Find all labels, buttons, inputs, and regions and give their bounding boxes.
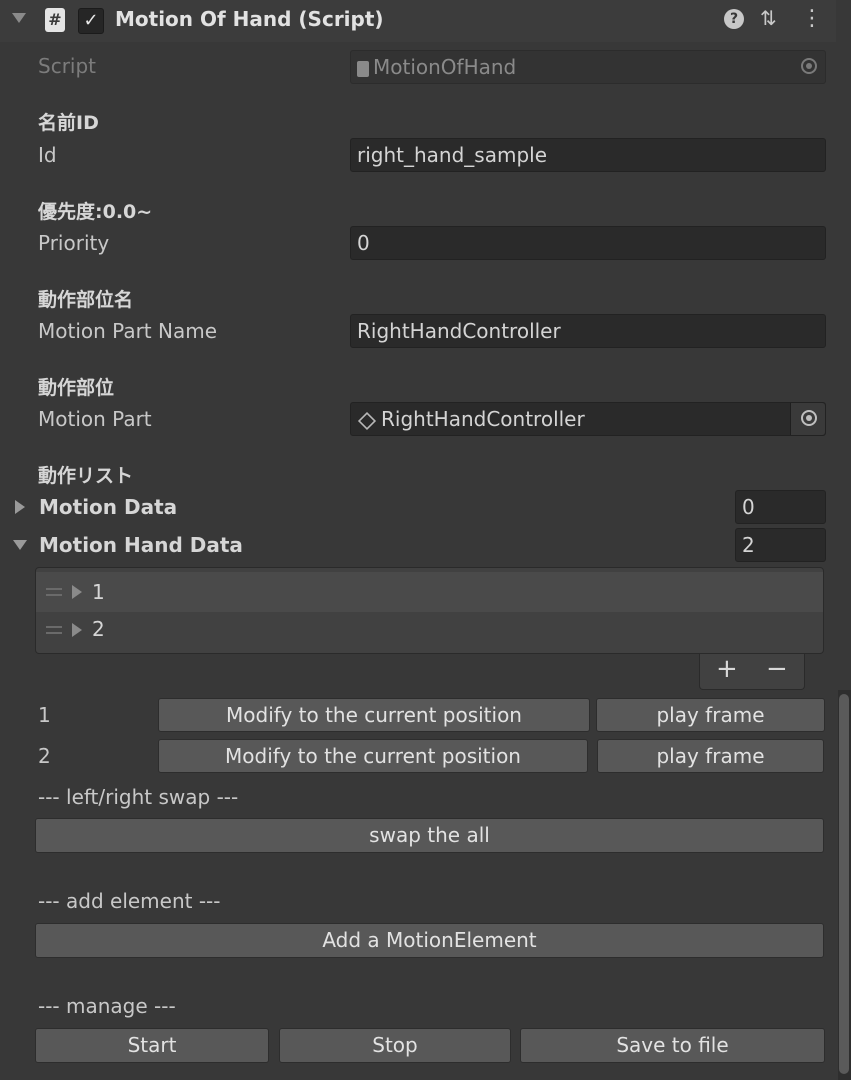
presets-icon[interactable]: ⇅	[760, 6, 777, 30]
motion-data-foldout-icon[interactable]	[15, 500, 25, 514]
id-header: 名前ID	[38, 112, 99, 134]
help-icon[interactable]: ?	[724, 9, 744, 29]
script-file-icon	[357, 60, 369, 77]
frame-index: 2	[38, 744, 51, 768]
drag-handle-icon[interactable]	[46, 626, 62, 634]
motion-part-name-label: Motion Part Name	[38, 319, 218, 343]
motion-data-size-input[interactable]: 0	[735, 490, 826, 524]
motion-hand-data-label[interactable]: Motion Hand Data	[39, 533, 243, 557]
id-label: Id	[38, 143, 57, 167]
list-item-label: 2	[92, 617, 105, 641]
modify-position-button[interactable]: Modify to the current position	[158, 698, 590, 732]
object-picker-icon	[801, 410, 817, 426]
swap-section-label: --- left/right swap ---	[38, 785, 239, 809]
element-foldout-icon[interactable]	[72, 585, 82, 599]
object-picker-button[interactable]	[790, 403, 825, 435]
motion-hand-data-size-input[interactable]: 2	[735, 528, 826, 562]
modify-position-button[interactable]: Modify to the current position	[158, 739, 588, 773]
remove-element-button[interactable]: −	[766, 654, 788, 684]
stop-button[interactable]: Stop	[279, 1028, 511, 1063]
play-frame-button[interactable]: play frame	[596, 698, 825, 732]
more-options-icon[interactable]: ⋮	[801, 6, 823, 31]
motion-part-field[interactable]: RightHandController	[350, 402, 826, 436]
swap-all-button[interactable]: swap the all	[35, 818, 824, 853]
motion-part-name-input[interactable]: RightHandController	[350, 314, 826, 348]
motion-part-label: Motion Part	[38, 407, 152, 431]
script-icon: #	[45, 8, 65, 32]
script-label: Script	[38, 54, 97, 78]
scrollbar-thumb[interactable]	[839, 694, 849, 1074]
manage-section-label: --- manage ---	[38, 994, 176, 1018]
component-title: Motion Of Hand (Script)	[115, 7, 384, 31]
motion-part-value: RightHandController	[381, 407, 585, 431]
drag-handle-icon[interactable]	[46, 588, 62, 596]
collapse-arrow-icon[interactable]	[12, 13, 26, 23]
play-frame-button[interactable]: play frame	[597, 739, 824, 773]
priority-input[interactable]: 0	[350, 226, 826, 260]
motion-part-name-header: 動作部位名	[38, 289, 134, 311]
priority-label: Priority	[38, 231, 110, 255]
motion-hand-data-foldout-icon[interactable]	[13, 540, 27, 550]
motion-list-header: 動作リスト	[38, 465, 134, 487]
list-footer	[699, 654, 805, 690]
object-picker-icon	[801, 58, 817, 74]
priority-header: 優先度:0.0~	[38, 201, 153, 223]
frame-index: 1	[38, 703, 51, 727]
save-to-file-button[interactable]: Save to file	[520, 1028, 825, 1063]
add-element-button[interactable]: +	[716, 654, 738, 684]
motion-data-label[interactable]: Motion Data	[39, 495, 177, 519]
id-input[interactable]: right_hand_sample	[350, 138, 826, 172]
add-element-section-label: --- add element ---	[38, 889, 221, 913]
list-item[interactable]: 1	[36, 572, 823, 612]
script-field: MotionOfHand	[350, 50, 826, 84]
enabled-checkbox[interactable]: ✓	[78, 8, 104, 34]
motion-part-header: 動作部位	[38, 377, 115, 399]
list-item[interactable]: 2	[36, 611, 823, 651]
cube-icon	[357, 411, 377, 430]
add-motion-element-button[interactable]: Add a MotionElement	[35, 923, 824, 958]
script-field-value: MotionOfHand	[373, 55, 517, 79]
element-foldout-icon[interactable]	[72, 623, 82, 637]
start-button[interactable]: Start	[35, 1028, 269, 1063]
list-item-label: 1	[92, 580, 105, 604]
